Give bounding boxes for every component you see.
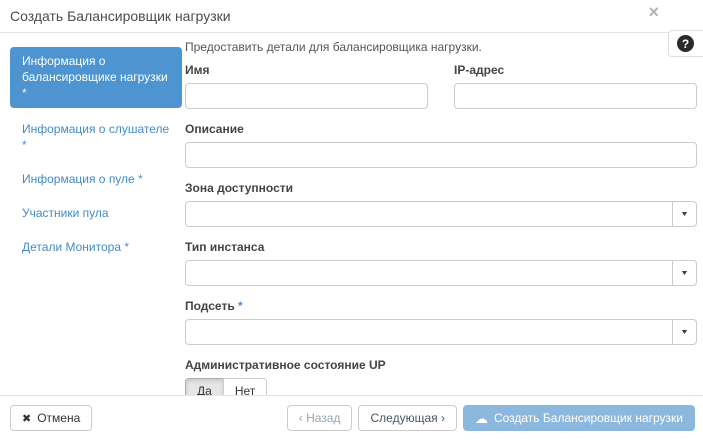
tab-label: Информация о слушателе <box>22 122 169 136</box>
tab-label: Участники пула <box>22 206 109 220</box>
subnet-label: Подсеть * <box>185 299 697 313</box>
dropdown-caret-box[interactable]: ▼ <box>672 320 696 344</box>
availability-zone-label: Зона доступности <box>185 181 697 195</box>
close-icon[interactable]: × <box>648 3 659 21</box>
ip-address-label: IP-адрес <box>454 63 697 77</box>
loadbalancer-form: Предоставить детали для балансировщика н… <box>185 40 697 417</box>
back-button[interactable]: ‹ Назад <box>287 405 353 431</box>
cloud-upload-icon: ☁ <box>475 412 488 425</box>
next-button[interactable]: Следующая › <box>358 405 456 431</box>
caret-down-icon: ▼ <box>680 329 689 336</box>
required-asterisk: * <box>22 138 27 152</box>
description-field[interactable] <box>185 142 697 168</box>
dialog-header: Создать Балансировщик нагрузки × <box>0 0 703 33</box>
instance-type-label: Тип инстанса <box>185 240 697 254</box>
wizard-tabs: Информация о балансировщике нагрузки * И… <box>10 47 182 265</box>
dropdown-caret-box[interactable]: ▼ <box>672 261 696 285</box>
dialog-footer: ✖ Отмена ‹ Назад Следующая › ☁ Создать Б… <box>0 395 703 441</box>
cancel-x-icon: ✖ <box>22 412 31 425</box>
dropdown-caret-box[interactable]: ▼ <box>672 202 696 226</box>
required-asterisk: * <box>138 172 143 186</box>
tab-pool-info[interactable]: Информация о пуле * <box>10 162 182 196</box>
subnet-select[interactable]: ▼ <box>185 319 697 345</box>
footer-right-buttons: ‹ Назад Следующая › ☁ Создать Балансиров… <box>287 405 695 431</box>
required-asterisk: * <box>22 86 27 100</box>
submit-button[interactable]: ☁ Создать Балансировщик нагрузки <box>463 405 695 431</box>
submit-label: Создать Балансировщик нагрузки <box>494 411 683 425</box>
name-label: Имя <box>185 63 428 77</box>
tab-label: Информация о пуле <box>22 172 135 186</box>
selected-value <box>186 261 672 285</box>
caret-down-icon: ▼ <box>680 211 689 218</box>
create-load-balancer-dialog: Создать Балансировщик нагрузки × ? Инфор… <box>0 0 703 441</box>
required-asterisk: * <box>124 240 129 254</box>
tab-pool-members[interactable]: Участники пула <box>10 196 182 230</box>
ip-address-field[interactable] <box>454 83 697 109</box>
subnet-label-text: Подсеть <box>185 299 235 313</box>
tab-listener-info[interactable]: Информация о слушателе * <box>10 112 182 162</box>
dialog-title: Создать Балансировщик нагрузки <box>10 8 231 24</box>
tab-label: Детали Монитора <box>22 240 121 254</box>
tab-loadbalancer-info[interactable]: Информация о балансировщике нагрузки * <box>10 47 182 108</box>
instance-type-select[interactable]: ▼ <box>185 260 697 286</box>
cancel-button[interactable]: ✖ Отмена <box>10 405 92 431</box>
tab-monitor-details[interactable]: Детали Монитора * <box>10 230 182 264</box>
admin-state-label: Административное состояние UP <box>185 358 697 372</box>
description-label: Описание <box>185 122 697 136</box>
tab-label: Информация о балансировщике нагрузки <box>22 54 168 84</box>
caret-down-icon: ▼ <box>680 270 689 277</box>
name-field[interactable] <box>185 83 428 109</box>
selected-value <box>186 202 672 226</box>
required-asterisk: * <box>238 299 243 313</box>
cancel-label: Отмена <box>37 411 80 425</box>
form-intro-text: Предоставить детали для балансировщика н… <box>185 40 697 54</box>
availability-zone-select[interactable]: ▼ <box>185 201 697 227</box>
selected-value <box>186 320 672 344</box>
